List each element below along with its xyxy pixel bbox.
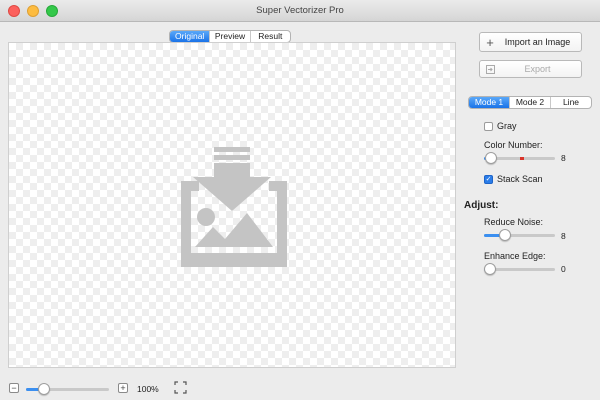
tab-result[interactable]: Result [251, 31, 290, 42]
color-number-slider[interactable] [484, 152, 555, 164]
slider-knob[interactable] [484, 263, 496, 275]
slider-knob[interactable] [499, 229, 511, 241]
tab-mode-1[interactable]: Mode 1 [469, 97, 510, 108]
noise-marker [520, 157, 524, 160]
checkbox-box[interactable] [484, 122, 493, 131]
zoom-value: 100% [137, 384, 159, 394]
checkmark-icon[interactable]: ✓ [484, 175, 493, 184]
image-canvas[interactable] [8, 42, 456, 368]
color-number-label: Color Number: [484, 140, 543, 150]
gray-checkbox[interactable]: Gray [484, 121, 517, 131]
stack-scan-checkbox[interactable]: ✓ Stack Scan [484, 174, 543, 184]
zoom-out-button[interactable]: − [9, 383, 19, 393]
zoom-in-button[interactable]: + [118, 383, 128, 393]
enhance-edge-slider[interactable] [484, 263, 555, 275]
mode-tabs: Mode 1 Mode 2 Line [468, 96, 592, 109]
tab-original[interactable]: Original [170, 31, 210, 42]
reduce-noise-slider[interactable] [484, 229, 555, 241]
plus-icon: + [480, 35, 500, 50]
color-number-value: 8 [561, 153, 566, 163]
tab-mode-2[interactable]: Mode 2 [510, 97, 551, 108]
enhance-edge-label: Enhance Edge: [484, 251, 546, 261]
adjust-heading: Adjust: [464, 200, 498, 211]
fit-to-window-icon[interactable] [174, 381, 187, 394]
reduce-noise-value: 8 [561, 231, 566, 241]
zoom-slider[interactable] [26, 383, 109, 395]
reduce-noise-label: Reduce Noise: [484, 217, 543, 227]
tab-line[interactable]: Line [551, 97, 591, 108]
tab-preview[interactable]: Preview [210, 31, 250, 42]
image-drop-placeholder-icon [169, 143, 299, 268]
export-icon [480, 65, 500, 74]
export-button[interactable]: Export [479, 60, 582, 78]
slider-knob[interactable] [38, 383, 50, 395]
import-image-button[interactable]: + Import an Image [479, 32, 582, 52]
slider-knob[interactable] [485, 152, 497, 164]
title-bar[interactable]: Super Vectorizer Pro [0, 0, 600, 22]
window-title: Super Vectorizer Pro [0, 5, 600, 16]
enhance-edge-value: 0 [561, 264, 566, 274]
